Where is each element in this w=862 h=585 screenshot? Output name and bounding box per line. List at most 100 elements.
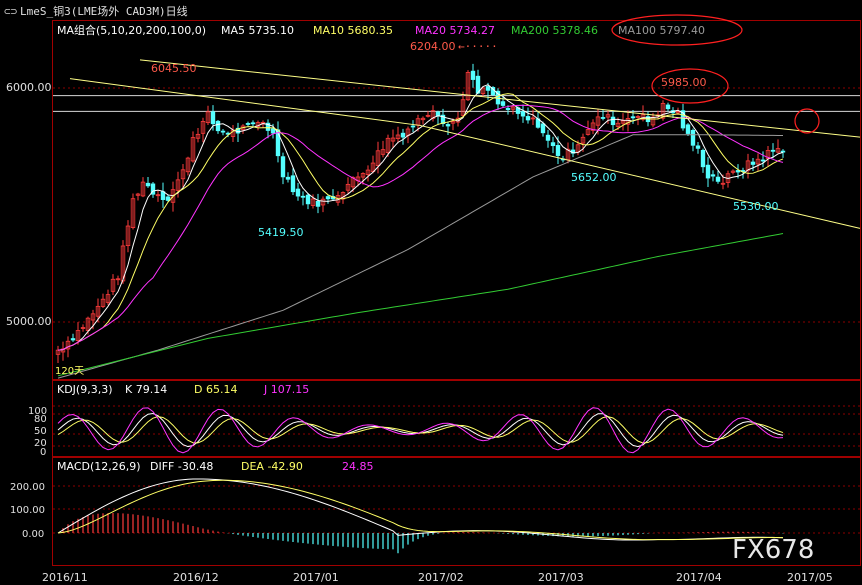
window-icon[interactable]: ⊂⊃ <box>4 5 18 18</box>
ma10-legend: MA10 5680.35 <box>313 24 393 37</box>
candle-body <box>285 176 291 180</box>
macd-tick-200: 200.00 <box>10 482 45 493</box>
candle-body <box>160 191 166 200</box>
candle-body <box>550 142 556 147</box>
indicator-panels <box>57 407 784 554</box>
kdj-k-line <box>57 413 784 448</box>
candle-body <box>485 86 491 91</box>
x-tick-label: 2017/02 <box>418 571 464 584</box>
candle-body <box>290 175 296 193</box>
candle-body <box>770 149 776 152</box>
ma20-line <box>57 104 784 351</box>
candle-body <box>165 196 171 201</box>
candle-body <box>600 117 606 119</box>
candlestick-series <box>55 63 786 364</box>
x-tick-label: 2017/01 <box>293 571 339 584</box>
candle-body <box>715 176 721 182</box>
candle-body <box>145 182 151 187</box>
annotation-120-days: 120天 <box>55 366 84 377</box>
macd-tick-0: 0.00 <box>22 529 44 540</box>
latest-price-circle <box>794 108 820 134</box>
x-tick-label: 2017/05 <box>787 571 833 584</box>
annotation-5652: 5652.00 <box>571 171 617 184</box>
moving-average-lines <box>57 59 861 379</box>
ma5-line <box>57 84 784 351</box>
candle-body <box>500 101 506 106</box>
kdj-tick-50: 50 <box>34 426 47 437</box>
candle-body <box>505 108 511 111</box>
kdj-title: KDJ(9,3,3) <box>57 383 113 396</box>
macd-histogram-value: 24.85 <box>342 460 374 473</box>
kdj-tick-0: 0 <box>40 447 46 458</box>
annotation-5530: 5530.00 <box>733 200 779 213</box>
candle-body <box>690 129 696 146</box>
lower-trendline <box>419 124 861 229</box>
ma100-legend: MA100 5797.40 <box>618 24 705 37</box>
annotation-5985: 5985.00 <box>661 76 707 89</box>
candle-body <box>470 70 476 80</box>
ma10-line <box>57 93 784 351</box>
candle-body <box>710 174 716 177</box>
candle-body <box>695 145 701 149</box>
candle-body <box>540 123 546 134</box>
lower-trendline-early <box>69 78 421 126</box>
candle-body <box>220 130 226 133</box>
candle-body <box>400 132 406 138</box>
kdj-j-value: J 107.15 <box>263 383 309 396</box>
candle-body <box>210 111 216 125</box>
kdj-k-value: K 79.14 <box>125 383 167 396</box>
ma20-legend: MA20 5734.27 <box>415 24 495 37</box>
candle-body <box>630 116 636 119</box>
candle-body <box>315 200 321 207</box>
candle-body <box>760 159 766 162</box>
y-tick-6000: 6000.00 <box>6 81 52 94</box>
y-tick-5000: 5000.00 <box>6 315 52 328</box>
x-tick-label: 2017/04 <box>676 571 722 584</box>
candle-body <box>295 188 301 197</box>
copper-daily-chart: ⊂⊃ LmeS_铜3(LME场外 CAD3M)日线 MA组合(5,10,20,2… <box>4 4 861 584</box>
candle-body <box>545 134 551 141</box>
candle-body <box>215 120 221 132</box>
macd-dea-value: DEA -42.90 <box>241 460 303 473</box>
candle-body <box>270 128 276 134</box>
ma-group-label[interactable]: MA组合(5,10,20,200,100,0) <box>57 23 206 37</box>
x-tick-label: 2017/03 <box>538 571 584 584</box>
candle-body <box>245 123 251 125</box>
x-tick-label: 2016/12 <box>173 571 219 584</box>
candle-body <box>520 111 526 117</box>
candle-body <box>700 149 706 168</box>
fx678-watermark: FX678 <box>732 535 814 565</box>
kdj-d-line <box>57 416 784 444</box>
ma200-legend: MA200 5378.46 <box>511 24 598 37</box>
macd-dea-line <box>57 479 784 541</box>
candle-body <box>525 116 531 121</box>
candle-body <box>685 124 691 134</box>
candle-body <box>610 116 616 126</box>
annotation-arrow: ←····· <box>458 40 498 53</box>
candle-body <box>280 156 286 178</box>
macd-tick-100: 100.00 <box>10 505 45 516</box>
x-axis: 2016/11 2016/12 2017/01 2017/02 2017/03 2017/… <box>42 571 833 584</box>
ma5-legend: MA5 5735.10 <box>221 24 294 37</box>
candle-body <box>325 196 331 200</box>
candle-body <box>780 150 786 153</box>
annotation-5419: 5419.50 <box>258 226 304 239</box>
macd-title: MACD(12,26,9) <box>57 460 141 473</box>
ma200-line <box>57 233 784 377</box>
kdj-d-value: D 65.14 <box>194 383 237 396</box>
candle-body <box>705 164 711 179</box>
candle-body <box>555 145 561 156</box>
annotation-6204: 6204.00 <box>410 40 456 53</box>
candle-body <box>665 104 671 110</box>
candle-body <box>750 161 756 165</box>
chart-title: LmeS_铜3(LME场外 CAD3M)日线 <box>20 4 188 18</box>
candle-body <box>445 124 451 127</box>
macd-diff-value: DIFF -30.48 <box>150 460 213 473</box>
candle-body <box>250 122 256 125</box>
annotation-6045: 6045.50 <box>151 62 197 75</box>
candle-body <box>305 194 311 205</box>
x-tick-label: 2016/11 <box>42 571 88 584</box>
candle-body <box>410 125 416 128</box>
kdj-tick-80: 80 <box>34 414 47 425</box>
candle-body <box>300 195 306 198</box>
